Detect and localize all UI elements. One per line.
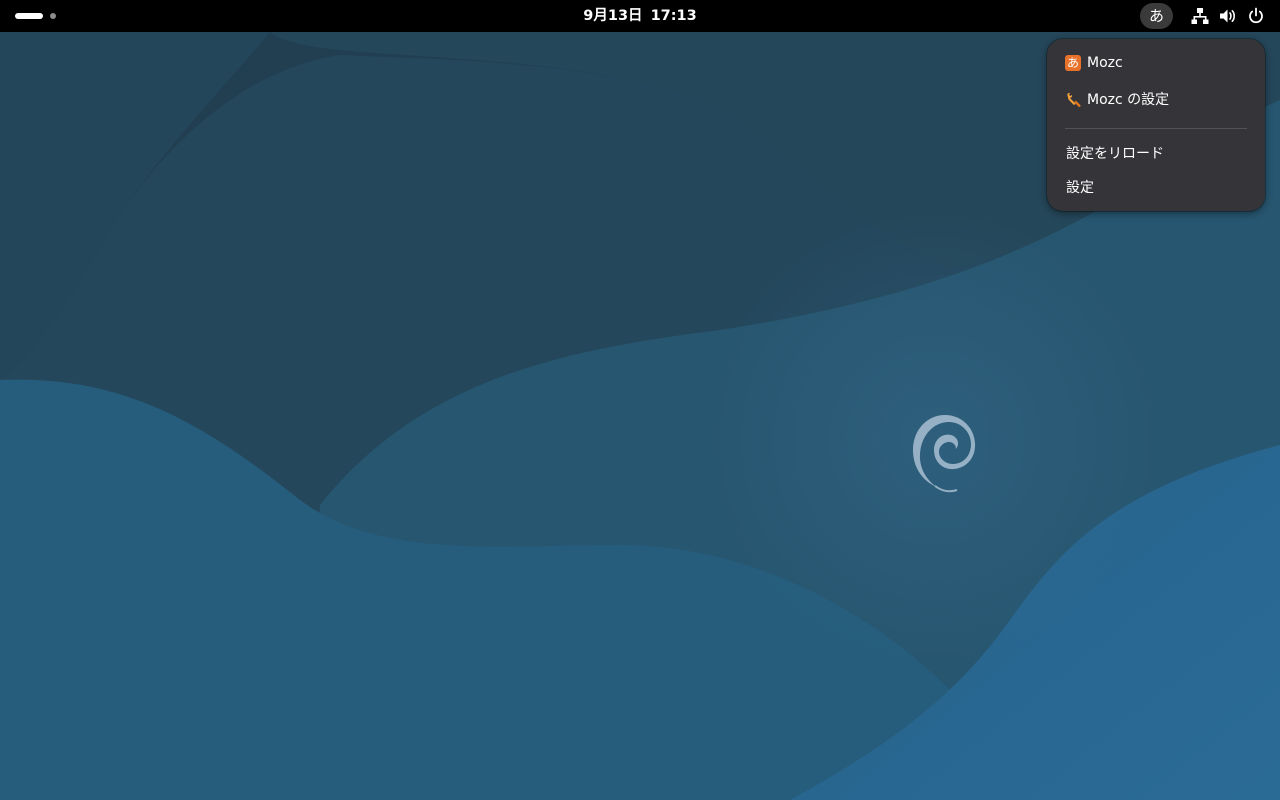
workspace-indicator bbox=[50, 13, 56, 19]
menu-item-mozc[interactable]: あ Mozc bbox=[1053, 48, 1259, 78]
menu-separator bbox=[1065, 128, 1247, 129]
time-label: 17:13 bbox=[650, 8, 697, 24]
menu-item-label: Mozc の設定 bbox=[1087, 92, 1170, 108]
menu-item-mozc-settings[interactable]: Mozc の設定 bbox=[1053, 85, 1259, 115]
power-icon[interactable] bbox=[1247, 7, 1265, 25]
input-method-indicator[interactable]: あ bbox=[1140, 3, 1173, 29]
menu-item-settings[interactable]: 設定 bbox=[1053, 173, 1259, 203]
menu-item-label: Mozc bbox=[1087, 55, 1123, 71]
top-bar: 9月13日 17:13 あ bbox=[0, 0, 1280, 32]
menu-item-reload-settings[interactable]: 設定をリロード bbox=[1053, 139, 1259, 169]
active-workspace-indicator bbox=[15, 13, 43, 19]
date-time-button[interactable]: 9月13日 17:13 bbox=[540, 6, 740, 26]
mozc-icon: あ bbox=[1065, 55, 1081, 71]
wrench-icon bbox=[1065, 92, 1081, 108]
menu-item-label: 設定をリロード bbox=[1066, 146, 1164, 162]
volume-icon[interactable] bbox=[1219, 7, 1237, 25]
activities-button[interactable] bbox=[13, 9, 63, 23]
debian-swirl-logo bbox=[913, 415, 976, 493]
desktop: 9月13日 17:13 あ あ Mozc Mozc の設定 設定をリロード 設定 bbox=[0, 0, 1280, 800]
menu-item-label: 設定 bbox=[1066, 180, 1094, 196]
input-method-menu: あ Mozc Mozc の設定 設定をリロード 設定 bbox=[1047, 39, 1265, 211]
date-label: 9月13日 bbox=[583, 8, 643, 24]
network-icon[interactable] bbox=[1191, 7, 1209, 25]
